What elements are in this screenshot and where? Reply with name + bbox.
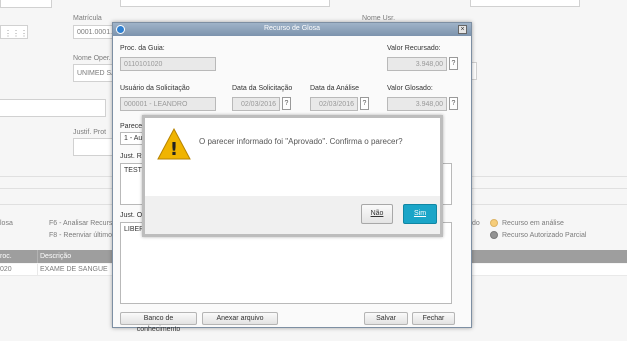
anexar-arquivo-button[interactable]: Anexar arquivo	[202, 312, 278, 325]
sim-label: Sim	[413, 210, 427, 217]
data-analise-field[interactable]: 02/03/2016	[310, 97, 358, 111]
usuario-solicitacao-field[interactable]: 000001 - LEANDRO	[120, 97, 216, 111]
usuario-solicitacao-label: Usuário da Solicitação	[120, 85, 190, 92]
salvar-button[interactable]: Salvar	[364, 312, 408, 325]
sim-button[interactable]: Sim	[403, 204, 437, 224]
confirm-body: ! O parecer informado foi "Aprovado". Co…	[145, 118, 440, 196]
confirm-footer: Não Sim	[145, 196, 440, 234]
close-icon: ×	[460, 26, 465, 33]
valor-glosado-field[interactable]: 3.948,00	[387, 97, 447, 111]
nao-label: Não	[370, 210, 384, 217]
fechar-button[interactable]: Fechar	[412, 312, 455, 325]
data-solicitacao-help-button[interactable]: ?	[282, 97, 291, 110]
close-button[interactable]: ×	[458, 25, 467, 34]
valor-glosado-label: Valor Glosado:	[387, 85, 433, 92]
data-analise-label: Data da Análise	[310, 85, 360, 92]
nao-button[interactable]: Não	[361, 204, 393, 224]
valor-recursado-help-button[interactable]: ?	[449, 57, 458, 70]
warning-icon: !	[157, 128, 191, 160]
valor-glosado-help-button[interactable]: ?	[449, 97, 458, 110]
warning-glyph: !	[170, 139, 178, 160]
confirm-message: O parecer informado foi "Aprovado". Conf…	[199, 137, 403, 146]
just-o-label: Just. O	[120, 212, 143, 219]
valor-recursado-label: Valor Recursado:	[387, 45, 441, 52]
data-analise-help-button[interactable]: ?	[360, 97, 369, 110]
proc-guia-label: Proc. da Guia:	[120, 45, 165, 52]
proc-guia-field[interactable]: 0110101020	[120, 57, 216, 71]
confirm-dialog: ! O parecer informado foi "Aprovado". Co…	[142, 115, 443, 237]
data-solicitacao-label: Data da Solicitação	[232, 85, 293, 92]
dialog-title: Recurso de Glosa	[263, 25, 321, 32]
dialog-titlebar: Recurso de Glosa ×	[113, 23, 471, 36]
data-solicitacao-field[interactable]: 02/03/2016	[232, 97, 280, 111]
just-r-label: Just. R	[120, 153, 142, 160]
banco-conhecimento-button[interactable]: Banco de conhecimento	[120, 312, 197, 333]
parecer-label: Parecer	[120, 123, 145, 130]
valor-recursado-field[interactable]: 3.948,00	[387, 57, 447, 71]
